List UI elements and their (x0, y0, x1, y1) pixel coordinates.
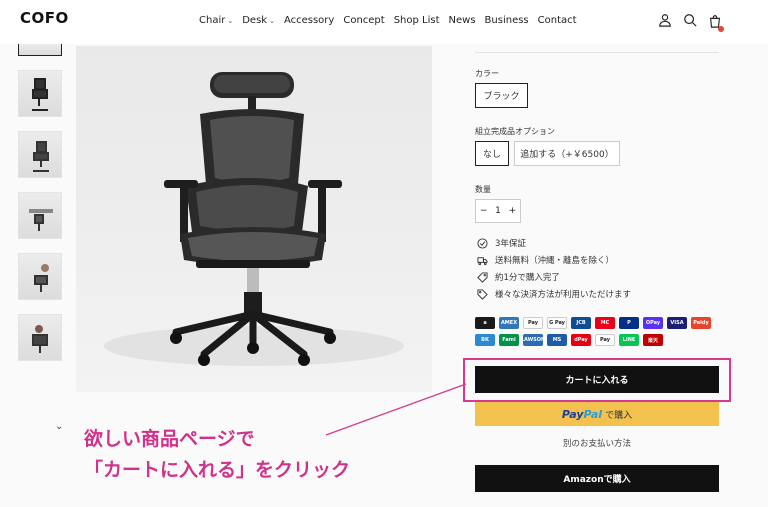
callout-line-2: 「カートに入れる」をクリック (84, 459, 351, 481)
callout-line-1: 欲しい商品ページで (84, 428, 255, 450)
